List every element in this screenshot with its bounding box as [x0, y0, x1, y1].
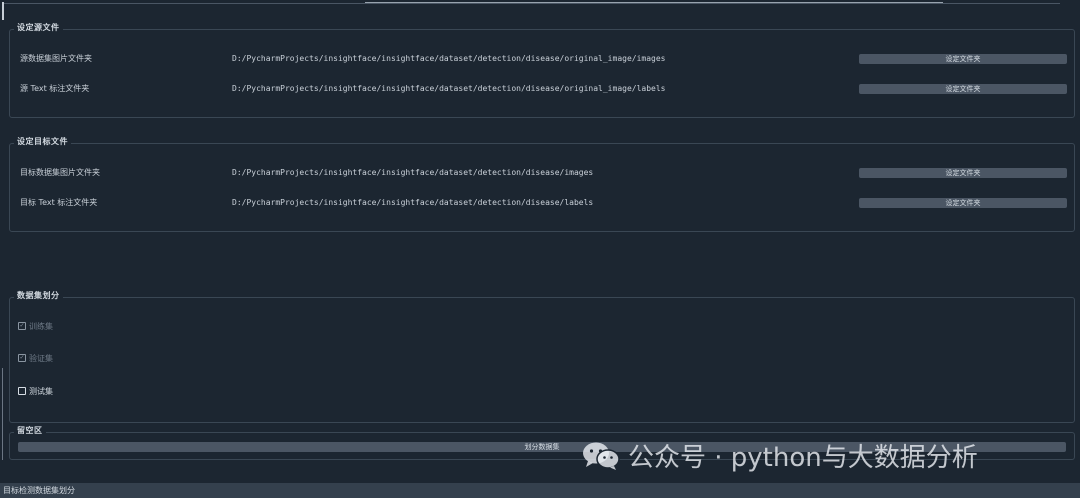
source-images-label: 源数据集图片文件夹 — [20, 54, 92, 63]
dataset-split-group: 数据集划分 ✓ 训练集 ✓ 验证集 测试集 — [9, 289, 1075, 423]
split-dataset-button[interactable]: 划分数据集 — [18, 442, 1066, 452]
left-splitter-handle[interactable] — [2, 2, 4, 20]
target-group-title: 设定目标文件 — [14, 135, 71, 149]
test-set-checkbox[interactable]: 测试集 — [18, 385, 53, 399]
target-images-row: 目标数据集图片文件夹 D:/PycharmProjects/insightfac… — [10, 166, 1074, 180]
main-window: 设定源文件 源数据集图片文件夹 D:/PycharmProjects/insig… — [0, 0, 1080, 498]
target-images-label: 目标数据集图片文件夹 — [20, 168, 100, 177]
validation-set-label: 验证集 — [29, 354, 53, 363]
status-bar: 目标检测数据集划分 — [0, 483, 1080, 498]
set-source-images-folder-button[interactable]: 设定文件夹 — [859, 54, 1067, 64]
target-labels-row: 目标 Text 标注文件夹 D:/PycharmProjects/insight… — [10, 196, 1074, 210]
checkbox-unchecked-icon — [18, 386, 26, 395]
source-images-path: D:/PycharmProjects/insightface/insightfa… — [232, 54, 666, 63]
source-group-title: 设定源文件 — [14, 21, 63, 35]
train-set-label: 训练集 — [29, 322, 53, 331]
source-labels-path: D:/PycharmProjects/insightface/insightfa… — [232, 84, 666, 93]
status-bar-text: 目标检测数据集划分 — [3, 486, 75, 495]
test-set-label: 测试集 — [29, 387, 53, 396]
source-images-row: 源数据集图片文件夹 D:/PycharmProjects/insightface… — [10, 52, 1074, 66]
set-source-labels-folder-button[interactable]: 设定文件夹 — [859, 84, 1067, 94]
validation-set-checkbox[interactable]: ✓ 验证集 — [18, 352, 53, 366]
source-files-group: 设定源文件 源数据集图片文件夹 D:/PycharmProjects/insig… — [9, 21, 1075, 118]
blank-group-title: 留空区 — [14, 424, 46, 438]
train-set-checkbox[interactable]: ✓ 训练集 — [18, 320, 53, 334]
blank-area-group: 留空区 划分数据集 — [9, 424, 1075, 460]
split-group-title: 数据集划分 — [14, 289, 63, 303]
source-labels-label: 源 Text 标注文件夹 — [20, 84, 90, 93]
target-images-path: D:/PycharmProjects/insightface/insightfa… — [232, 168, 594, 177]
set-target-labels-folder-button[interactable]: 设定文件夹 — [859, 198, 1067, 208]
target-labels-label: 目标 Text 标注文件夹 — [20, 198, 98, 207]
top-divider — [4, 3, 1060, 4]
checkbox-checked-icon: ✓ — [18, 321, 26, 330]
target-files-group: 设定目标文件 目标数据集图片文件夹 D:/PycharmProjects/ins… — [9, 135, 1075, 232]
checkbox-checked-icon: ✓ — [18, 353, 26, 362]
top-highlight — [365, 2, 943, 3]
source-labels-row: 源 Text 标注文件夹 D:/PycharmProjects/insightf… — [10, 82, 1074, 96]
set-target-images-folder-button[interactable]: 设定文件夹 — [859, 168, 1067, 178]
left-scroll-edge — [2, 368, 3, 460]
target-labels-path: D:/PycharmProjects/insightface/insightfa… — [232, 198, 594, 207]
